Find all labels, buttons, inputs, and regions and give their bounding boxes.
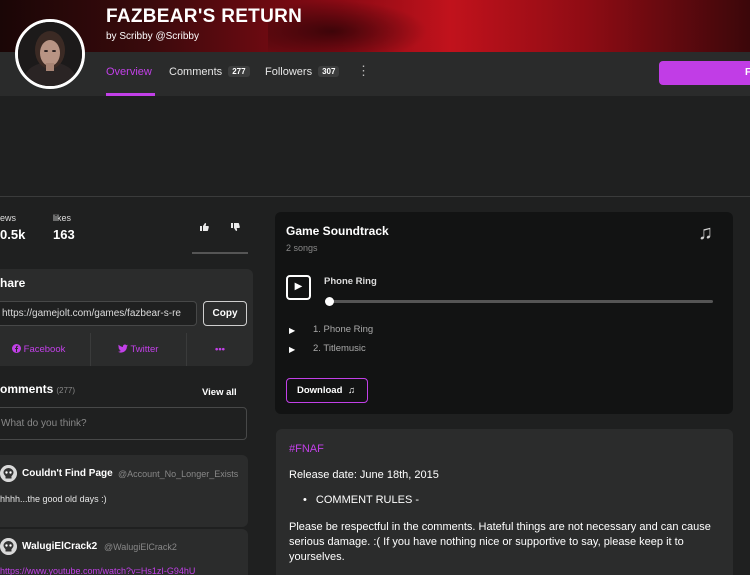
share-title: hare [0, 276, 26, 290]
game-title: FAZBEAR'S RETURN [106, 6, 303, 27]
thumbs-down-icon[interactable] [230, 222, 240, 235]
avatar[interactable] [15, 19, 85, 89]
twitter-label: Twitter [130, 344, 159, 355]
track-play-icon[interactable]: ▶ [289, 326, 295, 335]
tab-followers[interactable]: Followers 307 [265, 66, 340, 78]
copy-button[interactable]: Copy [203, 301, 247, 326]
commenter-handle[interactable]: @WalugiElCrack2 [104, 542, 177, 552]
rules-text: Please be respectful in the comments. Ha… [289, 521, 711, 563]
commenter-handle[interactable]: @Account_No_Longer_Exists [118, 469, 238, 479]
view-all-link[interactable]: View all [202, 387, 237, 398]
facebook-label: Facebook [23, 344, 66, 355]
current-track-name: Phone Ring [324, 276, 377, 287]
views-value: 0.5k [0, 227, 26, 242]
download-label: Download [297, 385, 343, 396]
game-author[interactable]: by Scribby @Scribby [106, 31, 199, 42]
comment-link[interactable]: https://www.youtube.com/watch?v=Hs1zI-G9… [0, 566, 195, 575]
comment-text: hhhh...the good old days :) [0, 494, 107, 504]
tab-followers-label: Followers [265, 66, 313, 78]
release-date: Release date: June 18th, 2015 [289, 469, 439, 481]
comments-title-label: omments [0, 382, 54, 396]
tab-active-indicator [106, 93, 155, 96]
thumbs-up-icon[interactable] [199, 222, 209, 235]
commenter-avatar[interactable] [0, 538, 17, 555]
download-button[interactable]: Download ♫ [286, 378, 368, 403]
share-separator [186, 333, 187, 366]
more-options-icon[interactable]: ⋮ [357, 63, 370, 79]
bullet-item: • COMMENT RULES - [303, 494, 419, 506]
stats-divider [192, 252, 248, 254]
bullet-text: COMMENT RULES - [315, 494, 420, 506]
track-item[interactable]: 1. Phone Ring [313, 324, 373, 335]
comments-title: omments (277) [0, 382, 75, 396]
tab-comments-count: 277 [228, 66, 250, 77]
comments-count: (277) [56, 386, 76, 395]
section-divider [0, 196, 750, 197]
tab-overview[interactable]: Overview [106, 66, 152, 78]
views-label: ews [0, 213, 17, 223]
music-note-icon: ♫ [348, 385, 356, 396]
tab-comments[interactable]: Comments 277 [169, 66, 250, 78]
share-twitter-button[interactable]: Twitter [118, 344, 158, 355]
twitter-icon [118, 344, 130, 355]
commenter-name[interactable]: WalugiElCrack2 [22, 541, 97, 552]
tab-followers-count: 307 [318, 66, 340, 77]
follow-button[interactable]: F [659, 61, 750, 85]
bullet-dot: • [303, 494, 307, 506]
share-more-button[interactable]: ••• [215, 344, 225, 355]
comment-card [0, 455, 248, 527]
facebook-icon [12, 344, 24, 355]
share-facebook-button[interactable]: Facebook [12, 344, 65, 355]
progress-handle[interactable] [325, 297, 334, 306]
track-item[interactable]: 2. Titlemusic [313, 343, 366, 354]
soundtrack-subtitle: 2 songs [286, 243, 318, 253]
commenter-name[interactable]: Couldn't Find Page [22, 468, 113, 479]
likes-label: likes [53, 213, 72, 223]
soundtrack-title: Game Soundtrack [286, 224, 389, 238]
hashtag-link[interactable]: #FNAF [289, 443, 324, 455]
music-note-icon: ♫ [698, 222, 713, 244]
commenter-avatar[interactable] [0, 465, 17, 482]
tab-comments-label: Comments [169, 66, 223, 78]
likes-value: 163 [53, 227, 75, 242]
track-play-icon[interactable]: ▶ [289, 345, 295, 354]
comment-input[interactable]: What do you think? [0, 407, 247, 440]
share-separator [90, 333, 91, 366]
progress-bar[interactable] [325, 297, 713, 306]
share-url-input[interactable]: https://gamejolt.com/games/fazbear-s-re [0, 301, 197, 326]
play-button[interactable]: ▶ [286, 275, 311, 300]
avatar-image [18, 22, 82, 86]
